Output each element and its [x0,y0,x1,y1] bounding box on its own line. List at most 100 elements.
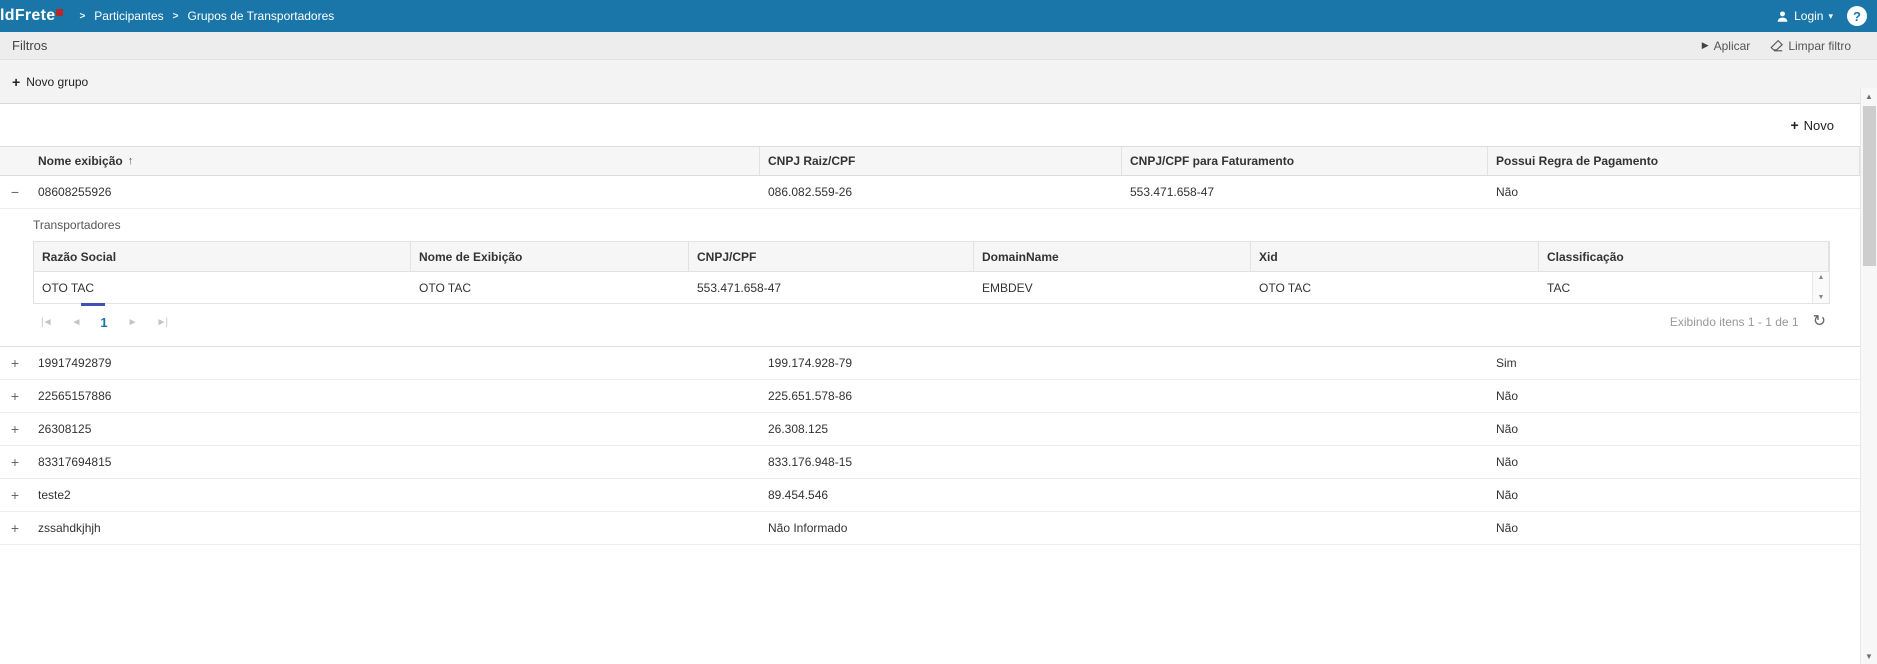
expander-cell: + [0,380,30,412]
cell-cnpj-faturamento: 553.471.658-47 [1122,176,1488,208]
expander-column-header [0,147,30,175]
main-scrollbar[interactable]: ▲ ▼ [1860,88,1877,664]
help-button[interactable]: ? [1847,6,1867,26]
pager-status-area: Exibindo itens 1 - 1 de 1 ↻ [1670,314,1830,330]
cell-cnpj-raiz: 225.651.578-86 [760,380,1122,412]
filters-header: Filtros ▶ Aplicar Limpar filtro [0,32,1877,60]
cell-cnpj-faturamento [1122,347,1488,379]
grid-toolbar: + Novo [0,104,1860,146]
collapse-row-icon[interactable]: − [7,185,23,199]
cell-possui-regra: Não [1488,380,1860,412]
filters-body: + Novo grupo [0,60,1877,104]
login-menu[interactable]: Login ▾ [1776,9,1833,23]
pager-status-text: Exibindo itens 1 - 1 de 1 [1670,315,1799,329]
inner-column-header-nome-exibicao[interactable]: Nome de Exibição [411,242,689,271]
cell-nome-exibicao: 22565157886 [30,380,760,412]
clear-filter-label: Limpar filtro [1788,39,1851,53]
cell-nome-exibicao: 26308125 [30,413,760,445]
refresh-icon[interactable]: ↻ [1813,314,1826,330]
plus-icon: + [1790,118,1798,132]
table-row[interactable]: + teste2 89.454.546 Não [0,479,1860,512]
table-row[interactable]: + 83317694815 833.176.948-15 Não [0,446,1860,479]
cell-cnpj-faturamento [1122,479,1488,511]
new-item-label: Novo [1804,118,1834,133]
cell-cnpj-faturamento [1122,413,1488,445]
pager-page-1[interactable]: 1 [100,315,107,330]
inner-column-header-razao-social[interactable]: Razão Social [34,242,411,271]
cell-possui-regra: Não [1488,413,1860,445]
inner-column-header-domainname[interactable]: DomainName [974,242,1251,271]
app-logo[interactable]: ldFrete [0,8,63,24]
pager-last-button[interactable]: ►| [157,317,168,328]
scrollbar-thumb[interactable] [1863,106,1876,266]
new-group-button[interactable]: + Novo grupo [12,75,88,89]
cell-nome-exibicao: 83317694815 [30,446,760,478]
cell-nome-exibicao: OTO TAC [411,272,689,303]
scroll-down-icon[interactable]: ▼ [1861,648,1877,664]
column-header-label: Possui Regra de Pagamento [1496,154,1658,168]
detail-title: Transportadores [0,209,1860,241]
cell-cnpj-faturamento [1122,446,1488,478]
plus-icon: + [12,75,20,89]
column-header-cnpj-faturamento[interactable]: CNPJ/CPF para Faturamento [1122,147,1488,175]
breadcrumb-item-participantes[interactable]: Participantes [94,9,163,23]
column-header-nome-exibicao[interactable]: Nome exibição ↑ [30,147,760,175]
cell-nome-exibicao: 19917492879 [30,347,760,379]
inner-column-header-cnpj-cpf[interactable]: CNPJ/CPF [689,242,974,271]
cell-possui-regra: Não [1488,176,1860,208]
breadcrumb-separator-icon: > [79,11,85,22]
cell-possui-regra: Não [1488,479,1860,511]
table-row[interactable]: + 22565157886 225.651.578-86 Não [0,380,1860,413]
inner-column-header-xid[interactable]: Xid [1251,242,1539,271]
table-row[interactable]: + 26308125 26.308.125 Não [0,413,1860,446]
column-header-possui-regra[interactable]: Possui Regra de Pagamento [1488,147,1860,175]
expander-cell: − [0,176,30,208]
expand-row-icon[interactable]: + [7,521,23,535]
eraser-icon [1770,39,1783,52]
cell-cnpj-raiz: 833.176.948-15 [760,446,1122,478]
app-window: ldFrete > Participantes > Grupos de Tran… [0,0,1877,664]
pager-prev-button[interactable]: ◄ [72,317,81,328]
chevron-down-icon: ▾ [1828,11,1833,22]
cell-possui-regra: Não [1488,512,1860,544]
transportadores-table: Razão Social Nome de Exibição CNPJ/CPF D… [33,241,1830,304]
table-row-expanded[interactable]: − 08608255926 086.082.559-26 553.471.658… [0,176,1860,209]
cell-xid: OTO TAC [1251,272,1539,303]
clear-filter-button[interactable]: Limpar filtro [1770,39,1851,53]
sort-asc-icon: ↑ [128,155,134,167]
expand-row-icon[interactable]: + [7,356,23,370]
apply-icon: ▶ [1702,40,1709,51]
column-header-label: CNPJ Raiz/CPF [768,154,855,168]
expand-row-icon[interactable]: + [7,455,23,469]
inner-table-header-row: Razão Social Nome de Exibição CNPJ/CPF D… [34,242,1829,272]
apply-filter-label: Aplicar [1714,39,1751,53]
logo-mark-icon [56,9,63,16]
column-header-cnpj-raiz[interactable]: CNPJ Raiz/CPF [760,147,1122,175]
scroll-up-icon[interactable]: ▲ [1818,274,1825,281]
cell-cnpj-faturamento [1122,512,1488,544]
top-navbar: ldFrete > Participantes > Grupos de Tran… [0,0,1877,32]
main-content: + Novo Nome exibição ↑ CNPJ Raiz/CPF CNP… [0,104,1860,545]
inner-column-header-classificacao[interactable]: Classificação [1539,242,1829,271]
scroll-down-icon[interactable]: ▼ [1818,294,1825,301]
column-header-label: Nome exibição [38,154,123,168]
table-header-row: Nome exibição ↑ CNPJ Raiz/CPF CNPJ/CPF p… [0,146,1860,176]
table-row[interactable]: + zssahdkjhjh Não Informado Não [0,512,1860,545]
table-row[interactable]: + 19917492879 199.174.928-79 Sim [0,347,1860,380]
pager-next-button[interactable]: ► [128,317,137,328]
expand-row-icon[interactable]: + [7,389,23,403]
inner-table-row[interactable]: OTO TAC OTO TAC 553.471.658-47 EMBDEV OT… [34,272,1812,303]
cell-domainname: EMBDEV [974,272,1251,303]
expand-row-icon[interactable]: + [7,488,23,502]
user-icon [1776,10,1789,23]
inner-table-pager: |◄ ◄ 1 ► ►| Exibindo itens 1 - 1 de 1 ↻ [33,304,1830,340]
cell-cnpj-raiz: 199.174.928-79 [760,347,1122,379]
scroll-up-icon[interactable]: ▲ [1861,88,1877,104]
inner-table-scrollbar[interactable]: ▲ ▼ [1812,272,1829,303]
expand-row-icon[interactable]: + [7,422,23,436]
pager-first-button[interactable]: |◄ [41,317,52,328]
new-item-button[interactable]: + Novo [1790,118,1834,133]
apply-filter-button[interactable]: ▶ Aplicar [1702,39,1751,53]
expander-cell: + [0,347,30,379]
breadcrumb-item-grupos[interactable]: Grupos de Transportadores [188,9,335,23]
